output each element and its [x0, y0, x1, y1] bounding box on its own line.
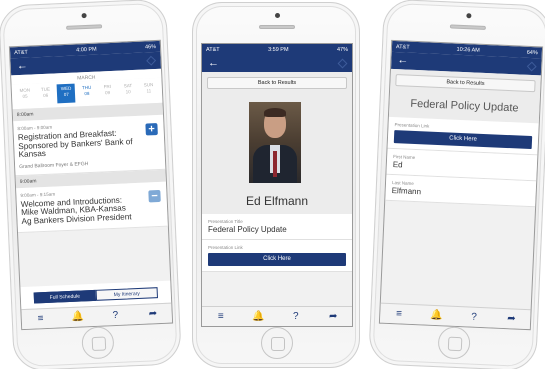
help-icon[interactable]: ?	[464, 311, 484, 323]
clock: 3:59 PM	[268, 46, 289, 53]
remove-from-itinerary-button[interactable]: −	[148, 189, 161, 203]
nav-bar: ←	[202, 55, 352, 72]
session-location: Grand Ballroom Foyer & EFGH	[19, 160, 89, 170]
back-arrow-icon[interactable]: ←	[208, 58, 219, 69]
menu-icon[interactable]: ≡	[30, 313, 50, 325]
camera	[275, 13, 280, 18]
day-date: 09	[104, 90, 111, 96]
battery: 47%	[336, 46, 348, 53]
day-date: 08	[84, 90, 90, 97]
presentation-screen: AT&T 10:26 AM 64% ← Back to Results Fede…	[378, 39, 544, 331]
edit-icon[interactable]	[526, 61, 537, 72]
menu-icon[interactable]: ≡	[389, 308, 409, 320]
session-title: Welcome and Introductions: Mike Waldman,…	[20, 195, 132, 226]
home-button[interactable]	[437, 326, 471, 360]
battery: 46%	[144, 43, 157, 50]
phone-presentation: AT&T 10:26 AM 64% ← Back to Results Fede…	[368, 0, 545, 369]
help-icon[interactable]: ?	[105, 310, 125, 322]
click-here-button[interactable]: Click Here	[393, 130, 533, 150]
session-card[interactable]: 9:00am - 9:15am Welcome and Introduction…	[16, 181, 168, 233]
session-card[interactable]: 8:00am - 9:00am Registration and Breakfa…	[13, 114, 166, 177]
photo-tie	[273, 151, 277, 177]
day-sat[interactable]: SAT 10	[119, 81, 138, 101]
back-to-results-button[interactable]: Back to Results	[395, 74, 536, 93]
tab-bar: ≡ 🔔 ? ➦	[202, 306, 352, 326]
clock: 10:26 AM	[456, 46, 480, 54]
carrier: AT&T	[206, 46, 220, 53]
camera	[466, 13, 472, 19]
photo-hair	[264, 108, 286, 117]
share-icon[interactable]: ➦	[143, 308, 163, 320]
day-wed-selected[interactable]: WED 07	[56, 83, 76, 104]
day-thu[interactable]: THU 08	[78, 83, 97, 103]
phone-speaker: AT&T 3:59 PM 47% ← Back to Results Ed El…	[192, 2, 360, 368]
field-value: Federal Policy Update	[208, 225, 287, 234]
day-sun[interactable]: SUN 11	[139, 80, 158, 100]
day-date: 07	[63, 91, 69, 98]
day-date: 05	[22, 93, 28, 99]
my-itinerary-tab[interactable]: My Itinerary	[95, 286, 158, 301]
speaker-grille	[259, 25, 295, 29]
clock: 4:00 PM	[76, 46, 97, 53]
share-icon[interactable]: ➦	[501, 313, 521, 325]
day-fri[interactable]: FRI 09	[98, 82, 117, 102]
presentation-title-field: Presentation Title Federal Policy Update	[202, 214, 352, 240]
share-icon[interactable]: ➦	[323, 311, 343, 322]
speaker-name: Ed Elfmann	[245, 194, 309, 208]
help-icon[interactable]: ?	[286, 311, 306, 322]
edit-icon[interactable]	[146, 55, 157, 66]
speaker-grille	[449, 24, 486, 30]
home-button[interactable]	[261, 327, 293, 359]
phone-schedule: AT&T 4:00 PM 46% ← MARCH MON 05 TUE 06 WED…	[0, 0, 182, 369]
day-date: 10	[125, 89, 131, 95]
bell-icon[interactable]: 🔔	[426, 310, 446, 322]
speaker-grille	[66, 24, 103, 30]
status-bar: AT&T 3:59 PM 47%	[202, 44, 352, 55]
back-to-results-button[interactable]: Back to Results	[207, 77, 347, 89]
bell-icon[interactable]: 🔔	[248, 311, 268, 322]
menu-icon[interactable]: ≡	[211, 311, 231, 322]
back-arrow-icon[interactable]: ←	[16, 60, 28, 72]
home-button[interactable]	[81, 326, 115, 360]
full-schedule-tab[interactable]: Full Schedule	[33, 289, 97, 304]
back-arrow-icon[interactable]: ←	[397, 54, 409, 66]
field-label: Presentation Link	[208, 245, 243, 250]
battery: 64%	[526, 49, 538, 56]
bell-icon[interactable]: 🔔	[68, 311, 88, 323]
last-name-field: Last Name Elfmann	[385, 174, 537, 208]
session-title: Registration and Breakfast: Sponsored by…	[17, 128, 133, 160]
field-label: Presentation Title	[208, 219, 243, 224]
speaker-screen: AT&T 3:59 PM 47% ← Back to Results Ed El…	[201, 43, 353, 327]
click-here-button[interactable]: Click Here	[208, 253, 346, 266]
day-date: 06	[43, 92, 49, 98]
schedule-screen: AT&T 4:00 PM 46% ← MARCH MON 05 TUE 06 WED…	[8, 39, 174, 331]
add-to-itinerary-button[interactable]: +	[145, 123, 158, 136]
edit-icon[interactable]	[337, 58, 348, 69]
day-mon[interactable]: MON 05	[16, 85, 35, 105]
results-bar: Back to Results	[202, 72, 352, 94]
presentation-link-field: Presentation Link Click Here	[202, 240, 352, 272]
carrier: AT&T	[395, 43, 410, 51]
carrier: AT&T	[14, 49, 28, 56]
speaker-header: Ed Elfmann	[202, 94, 352, 214]
camera	[81, 12, 87, 19]
tab-bar: ≡ 🔔 ? ➦	[379, 302, 531, 330]
day-date: 11	[146, 88, 152, 94]
app-screenshots: AT&T 4:00 PM 46% ← MARCH MON 05 TUE 06 WED…	[0, 0, 545, 369]
speaker-photo	[249, 102, 301, 183]
day-tue[interactable]: TUE 06	[36, 84, 55, 104]
